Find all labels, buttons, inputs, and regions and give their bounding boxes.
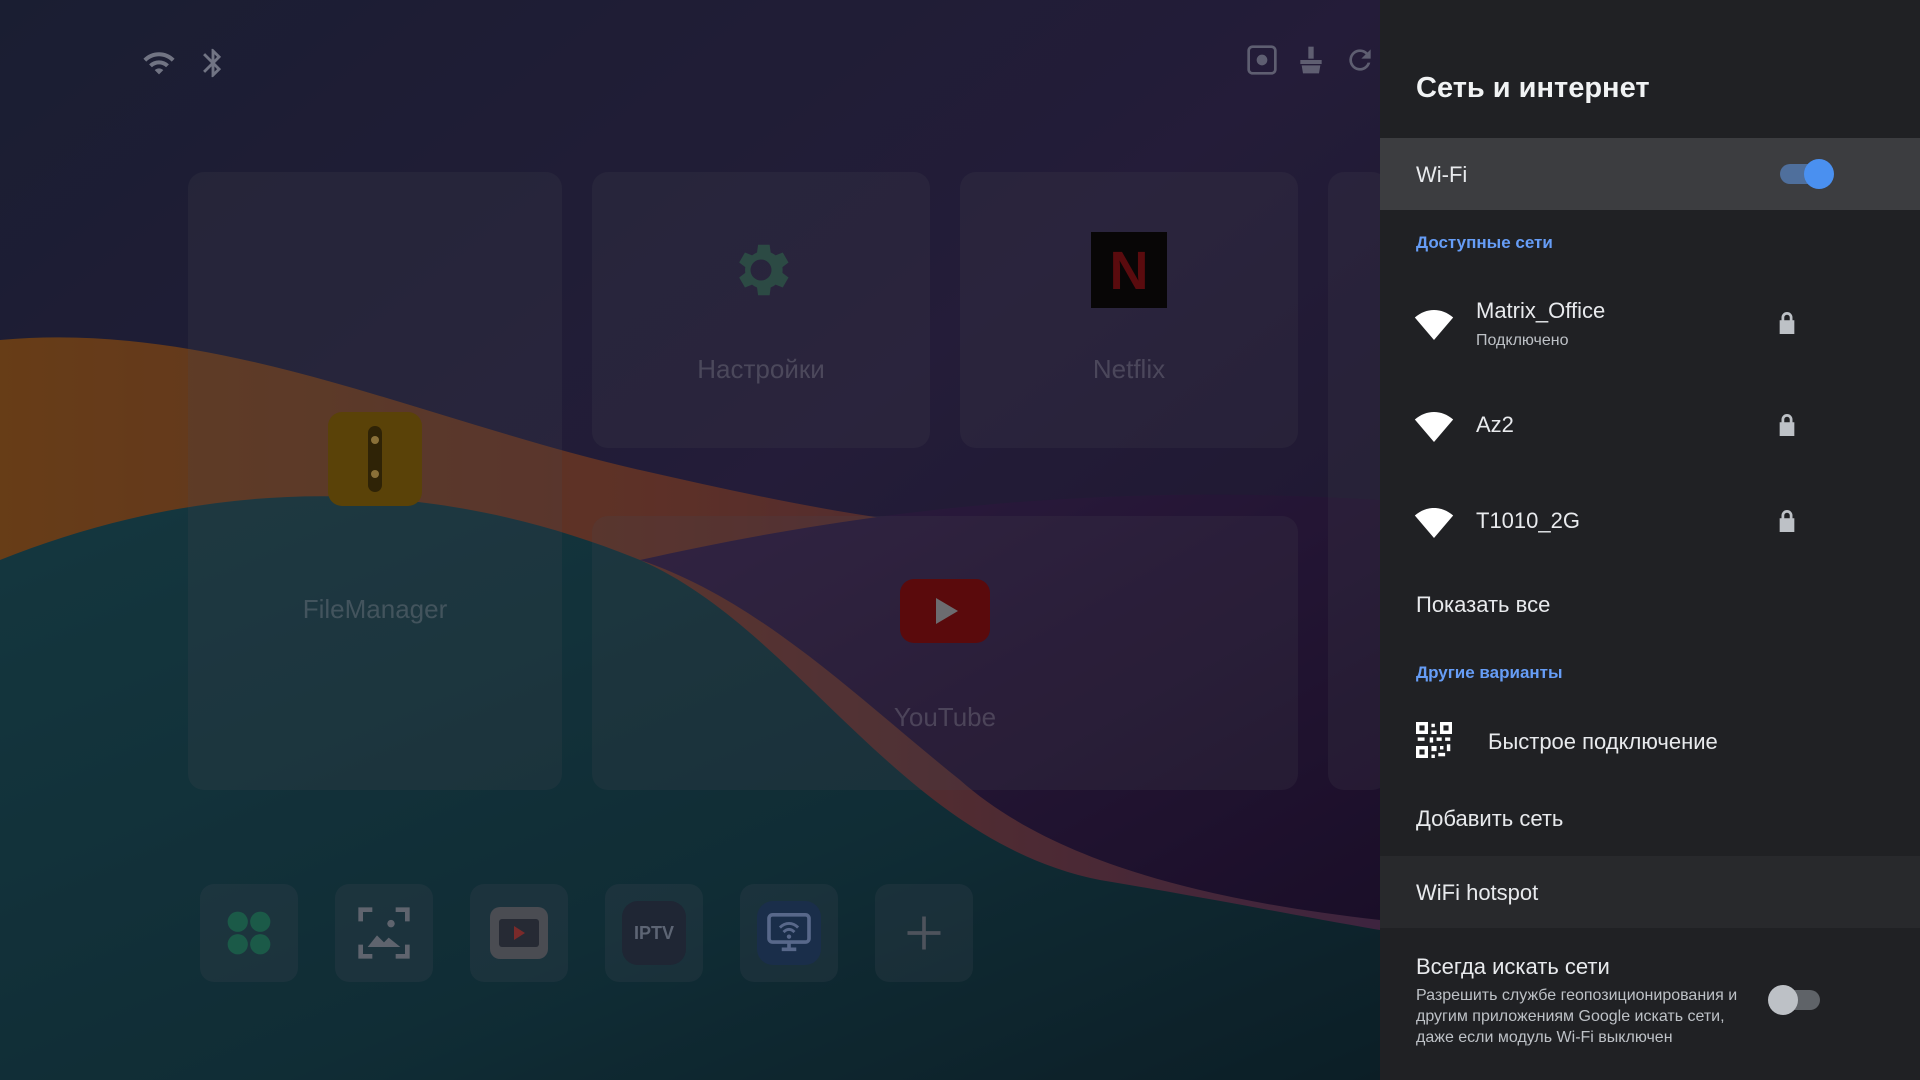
tile-label: FileManager — [302, 594, 448, 624]
netflix-icon: N — [1091, 232, 1167, 308]
other-options-header: Другие варианты — [1416, 663, 1563, 682]
network-name: Az2 — [1476, 412, 1514, 437]
tile-netflix[interactable]: N Netflix — [960, 172, 1298, 448]
gallery-icon[interactable] — [335, 884, 433, 982]
wifi-toggle-row[interactable]: Wi-Fi — [1380, 138, 1920, 210]
lock-icon — [1779, 312, 1795, 334]
always-scan-toggle[interactable] — [1768, 985, 1820, 1015]
screen-cast-icon[interactable] — [740, 884, 838, 982]
youtube-icon — [900, 579, 990, 643]
refresh-icon[interactable] — [1344, 44, 1376, 76]
gear-icon — [739, 244, 789, 296]
show-all-label: Показать все — [1416, 592, 1551, 617]
tile-partial — [1328, 172, 1380, 790]
cleaner-icon[interactable] — [1295, 44, 1327, 76]
show-all-networks[interactable]: Показать все — [1380, 572, 1920, 638]
quick-connect-label: Быстрое подключение — [1488, 729, 1718, 754]
network-name: T1010_2G — [1476, 508, 1580, 533]
tile-youtube[interactable]: YouTube — [592, 516, 1298, 790]
tile-label: Netflix — [1092, 354, 1166, 384]
lock-icon — [1779, 414, 1795, 436]
network-settings-panel: Сеть и интернет Wi-Fi Доступные сети Mat… — [1380, 0, 1920, 1080]
available-networks-header: Доступные сети — [1416, 233, 1553, 252]
quick-connect-item[interactable]: Быстрое подключение — [1380, 712, 1920, 770]
wifi-signal-full-icon — [1414, 310, 1454, 340]
wifi-toggle[interactable] — [1780, 159, 1834, 189]
network-item-matrix-office[interactable]: Matrix_Office Подключено — [1380, 282, 1920, 366]
network-item-t1010-2g[interactable]: T1010_2G — [1380, 480, 1920, 558]
bluetooth-icon — [203, 48, 222, 78]
wifi-signal-full-icon — [1414, 412, 1454, 442]
network-name: Matrix_Office — [1476, 298, 1606, 323]
add-icon[interactable] — [875, 884, 973, 982]
wifi-hotspot-label: WiFi hotspot — [1416, 880, 1539, 905]
network-item-az2[interactable]: Az2 — [1380, 384, 1920, 462]
tile-file-manager[interactable]: FileManager — [188, 172, 562, 790]
tile-label: Настройки — [697, 354, 825, 384]
page-title: Сеть и интернет — [1416, 72, 1650, 104]
always-scan-label: Всегда искать сети — [1416, 954, 1610, 979]
launcher-background: FileManager Настройки N Netflix YouTube — [0, 0, 1380, 1080]
wifi-label: Wi-Fi — [1416, 162, 1468, 187]
qr-code-icon — [1416, 722, 1452, 758]
tile-label: YouTube — [893, 702, 997, 732]
screenshot-icon[interactable] — [1246, 44, 1278, 76]
lock-icon — [1779, 510, 1795, 532]
wifi-icon — [143, 52, 175, 75]
file-manager-icon — [328, 412, 422, 506]
toggle-knob — [1804, 159, 1834, 189]
iptv-icon[interactable]: IPTV — [605, 884, 703, 982]
media-player-icon[interactable] — [470, 884, 568, 982]
add-network-item[interactable]: Добавить сеть — [1380, 788, 1920, 854]
apps-icon[interactable] — [200, 884, 298, 982]
network-status: Подключено — [1476, 332, 1569, 349]
add-network-label: Добавить сеть — [1416, 806, 1564, 831]
wifi-hotspot-item[interactable]: WiFi hotspot — [1380, 856, 1920, 928]
always-scan-item[interactable]: Всегда искать сети Разрешить службе геоп… — [1380, 940, 1920, 1070]
always-scan-description: Разрешить службе геопозиционирования и д… — [1416, 987, 1738, 1046]
wifi-signal-full-icon — [1414, 508, 1454, 538]
iptv-label: IPTV — [633, 922, 674, 943]
toggle-knob — [1768, 985, 1798, 1015]
tile-settings[interactable]: Настройки — [592, 172, 930, 448]
